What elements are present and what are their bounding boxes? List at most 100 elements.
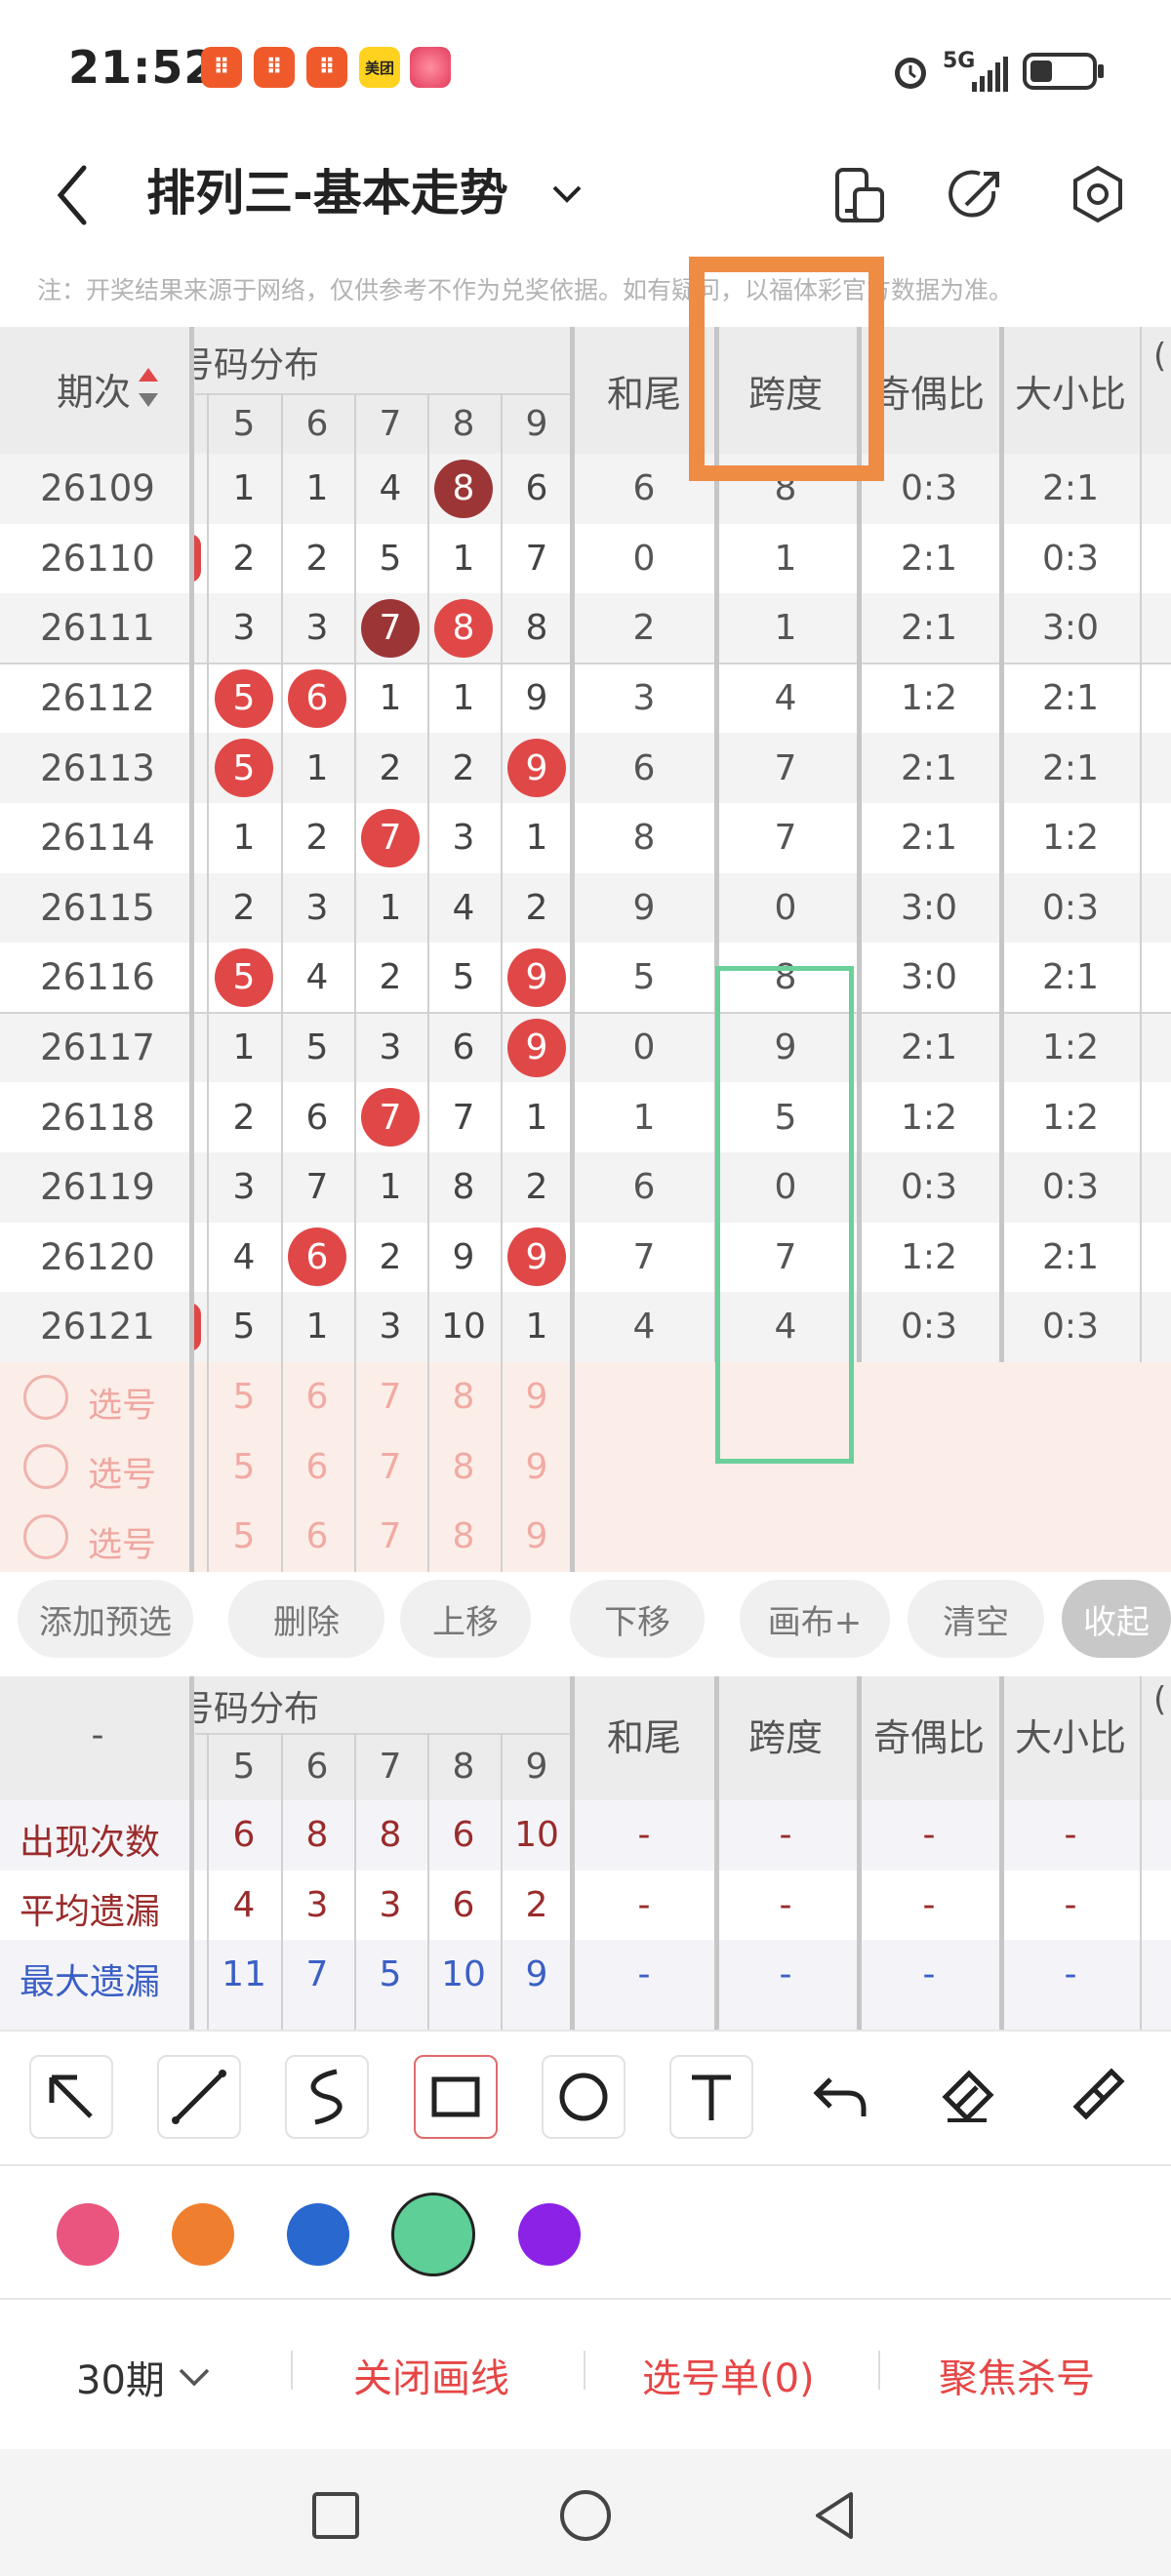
color-swatch[interactable]: [172, 2203, 234, 2266]
drawn-green-rect[interactable]: [715, 966, 854, 1464]
digit-cell: 2: [232, 1097, 256, 1138]
page-title[interactable]: 排列三-基本走势: [146, 154, 508, 224]
share-icon[interactable]: [945, 162, 1009, 226]
digit-cell: 1: [525, 1097, 548, 1138]
chevron-down-icon[interactable]: [543, 170, 591, 219]
digit-column-header: 8: [452, 403, 475, 444]
digit-cell: 5: [452, 957, 475, 998]
freehand-tool[interactable]: [285, 2055, 369, 2139]
select-digit[interactable]: 7: [354, 1502, 426, 1572]
clear-brush-tool[interactable]: [1054, 2055, 1138, 2139]
stat-cell: 7: [774, 747, 797, 788]
period-header[interactable]: 期次: [57, 362, 131, 416]
action-button[interactable]: 清空: [908, 1580, 1044, 1658]
select-digit[interactable]: 9: [501, 1362, 573, 1432]
stat-cell: 2:1: [1042, 747, 1099, 788]
stat-cell: 2:1: [901, 608, 957, 649]
settings-icon[interactable]: [1066, 162, 1130, 226]
back-nav-icon[interactable]: [806, 2486, 865, 2545]
sort-icon[interactable]: [137, 366, 160, 409]
column-divider: [570, 1676, 575, 2030]
stats-row-cutoff: [0, 2009, 1171, 2030]
digit-cell: 4: [305, 957, 329, 998]
stats-value: 8: [379, 1815, 402, 1856]
close-drawing-button[interactable]: 关闭画线: [353, 2347, 509, 2403]
digit-cell: 6: [305, 1097, 329, 1138]
column-divider: [999, 327, 1004, 1362]
select-digit[interactable]: 5: [208, 1362, 280, 1432]
digit-cell: 2: [232, 538, 256, 579]
drawn-orange-rect[interactable]: [689, 257, 884, 481]
eraser-tool[interactable]: [925, 2055, 1009, 2139]
select-digit[interactable]: 6: [281, 1362, 353, 1432]
period-cell: 26110: [40, 537, 155, 580]
column-divider: [281, 393, 283, 1572]
select-digit[interactable]: 8: [427, 1502, 500, 1572]
period-selector[interactable]: 30期: [76, 2349, 216, 2405]
period-cell: 26119: [40, 1166, 155, 1209]
stat-cell: 2:1: [1042, 678, 1099, 719]
select-row[interactable]: 选号 5 6 7 8 9: [0, 1431, 586, 1502]
back-icon[interactable]: [49, 156, 98, 234]
color-swatch[interactable]: [287, 2203, 349, 2266]
stats-row-label: 出现次数: [20, 1822, 161, 1863]
color-swatch[interactable]: [518, 2203, 581, 2266]
stat-cell: 3:0: [901, 957, 957, 998]
digit-cell: 7: [525, 538, 548, 579]
home-icon[interactable]: [556, 2486, 615, 2545]
color-swatch[interactable]: [57, 2203, 119, 2266]
select-digit[interactable]: 9: [501, 1431, 573, 1502]
select-digit[interactable]: 5: [208, 1431, 280, 1502]
selection-actions: 添加预选 删除 上移 下移 画布+ 清空 收起: [0, 1576, 1171, 1664]
select-row[interactable]: 选号 5 6 7 8 9: [0, 1362, 586, 1432]
select-digit[interactable]: 7: [354, 1362, 426, 1432]
action-button[interactable]: 下移: [570, 1580, 705, 1658]
hit-number-ball: 6: [288, 668, 346, 728]
focus-kill-button[interactable]: 聚焦杀号: [939, 2347, 1095, 2403]
arrow-tool[interactable]: [29, 2055, 113, 2139]
undo-tool[interactable]: [798, 2055, 882, 2139]
rect-tool[interactable]: [414, 2055, 498, 2139]
select-row[interactable]: 选号 5 6 7 8 9: [0, 1502, 586, 1572]
freehand-icon: [310, 2069, 343, 2125]
device-switch-icon[interactable]: [829, 164, 890, 226]
action-button[interactable]: 添加预选: [18, 1580, 193, 1658]
select-digit[interactable]: 8: [427, 1362, 500, 1432]
action-button[interactable]: 删除: [228, 1580, 384, 1658]
text-tool[interactable]: [669, 2055, 753, 2139]
column-divider: [501, 1733, 503, 2030]
select-radio[interactable]: [23, 1444, 68, 1490]
select-radio[interactable]: [23, 1513, 68, 1559]
column-header: 奇偶比: [872, 1715, 985, 1759]
digit-cell: 3: [232, 1167, 256, 1208]
digit-cell: 5: [232, 1307, 256, 1348]
table-row: 26119 3 7 1 8 2 6 0 0:3 0:3: [0, 1152, 1171, 1223]
select-digit[interactable]: 9: [501, 1502, 573, 1572]
undo-icon: [813, 2077, 867, 2116]
stat-cell: 0:3: [901, 1307, 957, 1348]
select-digit[interactable]: 6: [281, 1502, 353, 1572]
line-tool[interactable]: [157, 2055, 241, 2139]
select-digit[interactable]: 6: [281, 1431, 353, 1502]
circle-tool[interactable]: [542, 2055, 626, 2139]
action-button[interactable]: 上移: [400, 1580, 531, 1658]
stats-value: 2: [525, 1884, 548, 1925]
collapse-button[interactable]: 收起: [1062, 1580, 1171, 1658]
digit-cell: 3: [379, 1307, 402, 1348]
stat-cell: 1:2: [901, 1097, 957, 1138]
chevron-down-icon: [179, 2368, 210, 2387]
action-button[interactable]: 画布+: [740, 1580, 890, 1658]
color-swatch-selected[interactable]: [391, 2193, 475, 2276]
select-digit[interactable]: 5: [208, 1502, 280, 1572]
digit-cell: 3: [305, 887, 329, 928]
select-digit[interactable]: 8: [427, 1431, 500, 1502]
recent-apps-icon[interactable]: [308, 2488, 363, 2543]
select-radio[interactable]: [23, 1374, 68, 1420]
select-label: 选号: [88, 1456, 157, 1496]
eraser-icon: [942, 2070, 994, 2122]
pick-list-button[interactable]: 选号单(0): [642, 2347, 815, 2403]
column-divider: [207, 393, 209, 1572]
stat-cell: 9: [632, 887, 656, 928]
select-digit[interactable]: 7: [354, 1431, 426, 1502]
stat-cell: 4: [774, 678, 797, 719]
